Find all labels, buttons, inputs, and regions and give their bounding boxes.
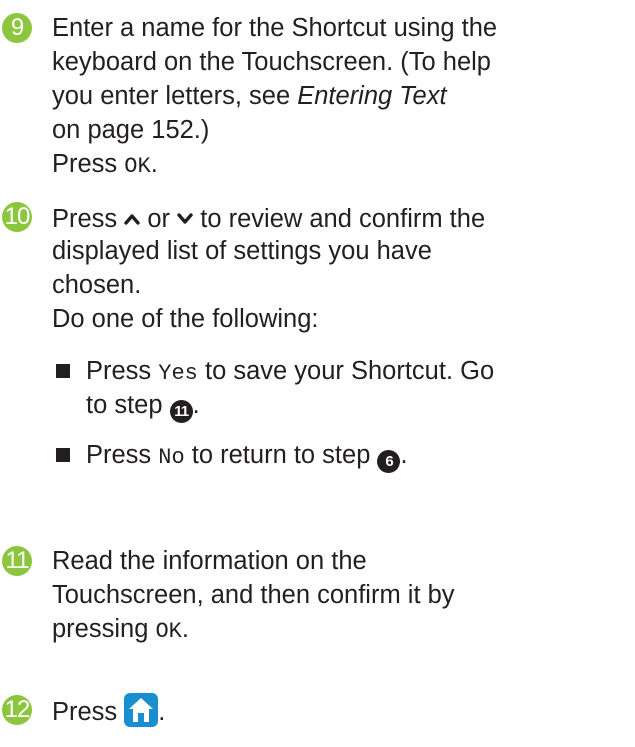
chevron-up-icon	[124, 200, 140, 234]
step-number: 12	[2, 695, 32, 725]
step-text: to return to step	[191, 441, 371, 469]
step-text: to review and confirm the	[200, 205, 486, 233]
step-text: you enter letters, see	[52, 82, 291, 110]
period: .	[158, 698, 166, 726]
home-icon	[124, 693, 159, 727]
period: .	[400, 441, 408, 469]
press-label: Press	[52, 205, 118, 233]
step-text: on page 152.)	[52, 116, 210, 144]
list-item: Press No to return to step 6.	[52, 438, 632, 473]
step-text: Do one of the following:	[52, 305, 319, 333]
press-label: Press	[52, 150, 118, 178]
press-label: Press	[86, 441, 152, 469]
step-text: pressing	[52, 615, 149, 643]
step-text: to step	[86, 391, 163, 419]
yes-key-label: Yes	[158, 361, 198, 386]
step-body: Press or to review and confirm the displ…	[52, 200, 632, 473]
cross-reference-link[interactable]: Entering Text	[297, 82, 446, 110]
press-label: Press	[52, 698, 118, 726]
step-reference-badge[interactable]: 6	[377, 450, 401, 473]
list-item: Press Yes to save your Shortcut. Go to s…	[52, 354, 632, 423]
press-label: Press	[86, 357, 152, 385]
ok-key-label: OK	[155, 619, 182, 644]
step-reference-badge[interactable]: 11	[169, 400, 193, 423]
ok-key-label: OK	[124, 154, 151, 179]
step-body: Enter a name for the Shortcut using the …	[52, 11, 632, 181]
bullet-square-icon	[56, 364, 70, 378]
step-text: Touchscreen, and then confirm it by	[52, 581, 455, 609]
or-text: or	[147, 205, 171, 233]
step-number: 10	[2, 202, 32, 232]
no-key-label: No	[158, 445, 185, 470]
step-text: chosen.	[52, 271, 142, 299]
step-text: Read the information on the	[52, 547, 367, 575]
manual-page: 9 Enter a name for the Shortcut using th…	[0, 0, 635, 747]
step-body: Press .	[52, 693, 632, 727]
chevron-down-icon	[177, 200, 193, 234]
bullet-square-icon	[56, 448, 70, 462]
period: .	[192, 391, 200, 419]
step-number: 11	[2, 546, 32, 576]
step-number: 9	[2, 13, 32, 43]
step-text: keyboard on the Touchscreen. (To help	[52, 48, 491, 76]
period: .	[150, 150, 158, 178]
step-body: Read the information on the Touchscreen,…	[52, 544, 632, 646]
period: .	[181, 615, 189, 643]
step-text: Enter a name for the Shortcut using the	[52, 14, 498, 42]
step-text: to save your Shortcut. Go	[204, 357, 495, 385]
step-text: displayed list of settings you have	[52, 237, 432, 265]
